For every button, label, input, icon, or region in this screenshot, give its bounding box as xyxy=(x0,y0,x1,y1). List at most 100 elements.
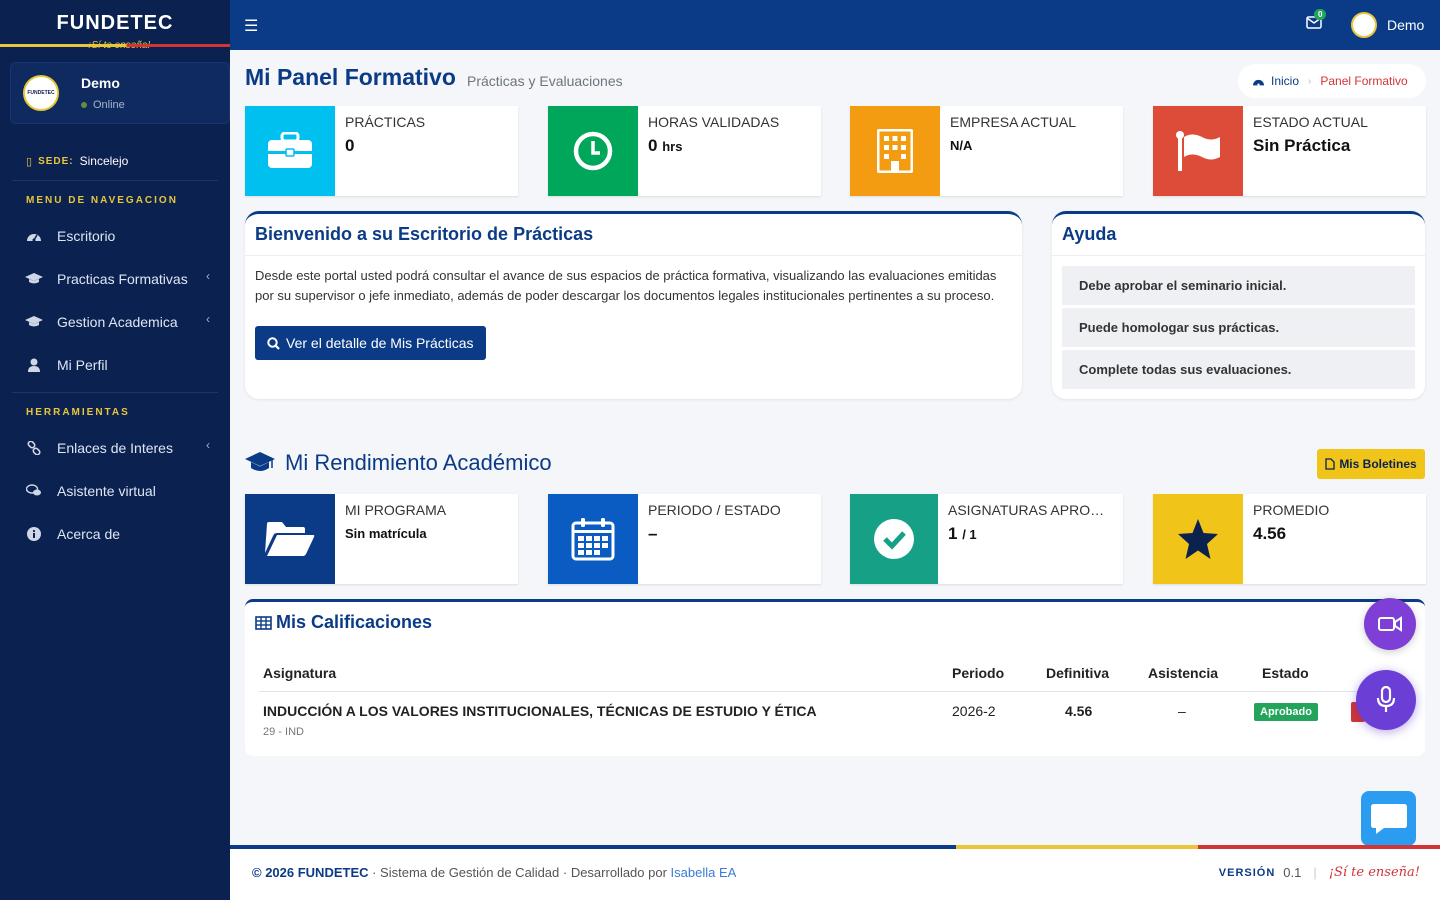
help-card: Ayuda Debe aprobar el seminario inicial.… xyxy=(1052,211,1425,399)
stat-value: N/A xyxy=(950,138,973,153)
page-title: Mi Panel Formativo xyxy=(245,64,456,90)
sede-label: SEDE: xyxy=(38,155,74,167)
breadcrumb-home[interactable]: Inicio xyxy=(1252,74,1299,88)
building-icon xyxy=(850,106,940,196)
stat-value: 0 hrs xyxy=(648,136,683,155)
stat-asignaturas-aprobadas: ASIGNATURAS APROBADAS 1 / 1 xyxy=(850,494,1123,584)
sidebar-item-escritorio[interactable]: Escritorio xyxy=(0,214,230,257)
online-dot-icon xyxy=(81,102,87,108)
grades-title: Mis Calificaciones xyxy=(255,612,432,633)
grades-card: Mis Calificaciones Asignatura Periodo De… xyxy=(245,599,1425,756)
star-icon xyxy=(1153,494,1243,584)
table-cell-final: 4.56 xyxy=(1065,703,1093,719)
sidebar: FUNDETEC ¡Sí te enseña! FUNDETEC Demo On… xyxy=(0,0,230,900)
footer-right: VERSIÓN 0.1 | ¡Sí te enseña! xyxy=(1219,865,1420,880)
table-cell-period: 2026-2 xyxy=(952,703,996,719)
welcome-title: Bienvenido a su Escritorio de Prácticas xyxy=(245,214,1022,256)
stat-periodo-estado: PERIODO / ESTADO – xyxy=(548,494,821,584)
info-icon xyxy=(25,526,43,541)
table-cell-subject: INDUCCIÓN A LOS VALORES INSTITUCIONALES,… xyxy=(263,703,817,719)
welcome-card: Bienvenido a su Escritorio de Prácticas … xyxy=(245,211,1022,399)
column-header-asistencia: Asistencia xyxy=(1148,665,1219,681)
folder-open-icon xyxy=(245,494,335,584)
stat-value: – xyxy=(648,524,658,543)
stat-promedio: PROMEDIO 4.56 xyxy=(1153,494,1426,584)
graduation-cap-icon xyxy=(245,452,275,471)
breadcrumb-separator: › xyxy=(1308,75,1312,87)
mis-boletines-button[interactable]: Mis Boletines xyxy=(1317,449,1425,479)
help-item: Complete todas sus evaluaciones. xyxy=(1062,350,1415,389)
welcome-text: Desde este portal usted podrá consultar … xyxy=(255,268,997,303)
chevron-left-icon: ‹ xyxy=(206,269,210,283)
topbar: ☰ 0 Demo xyxy=(230,0,1440,50)
chat-bubbles-icon xyxy=(25,484,43,497)
stat-value: Sin Práctica xyxy=(1253,136,1351,155)
stat-empresa-actual: EMPRESA ACTUAL N/A xyxy=(850,106,1123,196)
chat-bubble-icon xyxy=(1370,803,1407,834)
table-cell-subject-code: 29 - IND xyxy=(263,726,304,738)
avatar: FUNDETEC xyxy=(23,75,59,111)
menu-header-navigation: MENU DE NAVEGACION xyxy=(26,195,178,206)
version-label: VERSIÓN xyxy=(1218,866,1276,879)
footer-dev-link[interactable]: Isabella EA xyxy=(671,865,737,880)
sidebar-item-gestion-academica[interactable]: Gestion Academica ‹ xyxy=(0,300,230,343)
sidebar-item-practicas-formativas[interactable]: Practicas Formativas ‹ xyxy=(0,257,230,300)
graduation-cap-icon xyxy=(25,315,43,328)
footer-left: © 2026 FUNDETEC · Sistema de Gestión de … xyxy=(252,865,736,880)
stat-label: ASIGNATURAS APROBADAS xyxy=(948,502,1113,518)
table-cell-attendance: – xyxy=(1178,703,1186,719)
help-item: Puede homologar sus prácticas. xyxy=(1062,308,1415,347)
sidebar-item-enlaces[interactable]: Enlaces de Interes ‹ xyxy=(0,426,230,469)
academic-section-title: Mi Rendimiento Académico xyxy=(245,450,552,476)
footer-separator: | xyxy=(1313,865,1317,880)
brand[interactable]: FUNDETEC ¡Sí te enseña! xyxy=(0,0,230,50)
sidebar-item-mi-perfil[interactable]: Mi Perfil xyxy=(0,343,230,386)
sidebar-item-acerca-de[interactable]: Acerca de xyxy=(0,512,230,555)
page-subtitle: Prácticas y Evaluaciones xyxy=(467,73,623,89)
breadcrumb-current: Panel Formativo xyxy=(1320,74,1408,88)
brand-accent-bar xyxy=(0,44,230,47)
stat-value: 1 / 1 xyxy=(948,524,977,543)
stat-value: Sin matrícula xyxy=(345,526,427,541)
flag-icon xyxy=(1153,106,1243,196)
stat-label: PROMEDIO xyxy=(1253,502,1330,518)
dashboard-icon xyxy=(25,229,43,243)
dashboard-icon xyxy=(1253,79,1264,86)
column-header-estado: Estado xyxy=(1262,665,1309,681)
footer: © 2026 FUNDETEC · Sistema de Gestión de … xyxy=(230,845,1440,900)
mail-count-badge: 0 xyxy=(1314,9,1327,20)
footer-text: · Sistema de Gestión de Calidad · Desarr… xyxy=(368,865,671,880)
stat-mi-programa: MI PROGRAMA Sin matrícula xyxy=(245,494,518,584)
voice-assistant-button[interactable] xyxy=(1356,670,1416,730)
video-call-button[interactable] xyxy=(1364,598,1416,650)
user-status: Online xyxy=(81,99,125,111)
top-user-name[interactable]: Demo xyxy=(1387,17,1424,33)
file-pdf-icon xyxy=(1325,458,1335,470)
column-header-definitiva: Definitiva xyxy=(1046,665,1110,681)
top-user-avatar[interactable] xyxy=(1351,12,1377,38)
chat-widget-button[interactable] xyxy=(1361,791,1416,846)
help-item: Debe aprobar el seminario inicial. xyxy=(1062,266,1415,305)
link-icon xyxy=(25,440,43,455)
stat-value: 0 xyxy=(345,136,355,155)
help-title: Ayuda xyxy=(1052,214,1425,256)
stat-value: 4.56 xyxy=(1253,524,1287,543)
ver-practicas-button[interactable]: Ver el detalle de Mis Prácticas xyxy=(255,326,486,360)
footer-copyright: © 2026 FUNDETEC xyxy=(252,865,369,880)
briefcase-icon xyxy=(245,106,335,196)
stat-label: MI PROGRAMA xyxy=(345,502,447,518)
calendar-icon xyxy=(548,494,638,584)
column-header-periodo: Periodo xyxy=(952,665,1005,681)
building-icon: ▯ xyxy=(26,155,33,168)
hamburger-menu-icon[interactable]: ☰ xyxy=(244,16,258,36)
sidebar-item-asistente-virtual[interactable]: Asistente virtual xyxy=(0,469,230,512)
user-panel[interactable]: FUNDETEC Demo Online xyxy=(10,62,230,124)
search-icon xyxy=(267,336,280,350)
chevron-left-icon: ‹ xyxy=(206,312,210,326)
table-icon xyxy=(255,615,272,630)
video-camera-icon xyxy=(1378,616,1402,632)
status-badge: Aprobado xyxy=(1254,703,1318,721)
breadcrumb: Inicio › Panel Formativo xyxy=(1238,64,1426,98)
chevron-left-icon: ‹ xyxy=(206,438,210,452)
clock-icon xyxy=(548,106,638,196)
